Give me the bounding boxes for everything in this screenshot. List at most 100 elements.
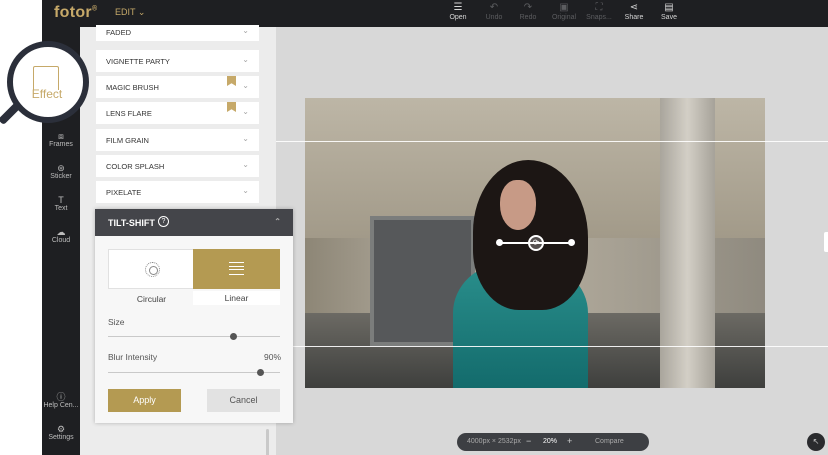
share-button[interactable]: ⋖ Share: [617, 2, 651, 22]
settings-label: Settings: [48, 434, 74, 441]
snapshot-icon: ⛶: [595, 2, 603, 13]
apply-button[interactable]: Apply: [108, 389, 181, 412]
share-icon: ⋖: [629, 2, 639, 13]
tilt-left-handle[interactable]: [496, 239, 503, 246]
tilt-shift-title: TILT-SHIFT: [108, 218, 155, 228]
size-slider[interactable]: [108, 333, 280, 340]
undo-button[interactable]: ↶ Undo: [477, 2, 511, 22]
edit-menu-label: EDIT: [115, 7, 136, 17]
image-dimensions: 4000px × 2532px: [467, 438, 521, 445]
share-label: Share: [624, 14, 644, 21]
cancel-button[interactable]: Cancel: [207, 389, 280, 412]
chevron-down-icon: ⌄: [242, 160, 249, 169]
effect-label: FADED: [106, 28, 132, 37]
top-toolbar: fotor® EDIT ⌄ ☰ Open ↶ Undo ↷ Redo ▣ Origina…: [42, 0, 828, 27]
chevron-down-icon: ⌄: [242, 81, 249, 90]
effect-label: FILM GRAIN: [106, 136, 149, 145]
text-icon: T: [58, 195, 64, 205]
compare-button[interactable]: Compare: [595, 438, 624, 445]
snapshot-label: Snaps...: [586, 14, 612, 21]
effect-label: COLOR SPLASH: [106, 162, 165, 171]
original-label: Original: [551, 14, 577, 21]
chevron-down-icon: ⌄: [242, 134, 249, 143]
edit-menu[interactable]: EDIT ⌄: [115, 7, 145, 18]
effect-label: LENS FLARE: [106, 109, 152, 118]
settings-icon: ⚙: [56, 424, 66, 434]
menu-icon: ☰: [453, 2, 463, 13]
cloud-label: Cloud: [51, 237, 71, 244]
rotate-icon[interactable]: ⟳: [528, 235, 544, 251]
sidebar-item-help[interactable]: ⓘ Help Cen...: [42, 392, 80, 409]
chevron-down-icon: ⌄: [242, 55, 249, 64]
frame-icon: ⧈: [58, 131, 64, 141]
sidebar-item-effect[interactable]: Effect: [22, 87, 72, 101]
sidebar-item-cloud[interactable]: ☁ Cloud: [42, 227, 80, 244]
premium-badge-icon: [227, 102, 236, 112]
open-button[interactable]: ☰ Open: [441, 2, 475, 22]
logo-text: fotor: [54, 4, 92, 21]
fullscreen-arrow-icon[interactable]: ↖: [807, 433, 825, 451]
save-label: Save: [661, 14, 677, 21]
circular-mode-button[interactable]: [108, 249, 195, 289]
help-icon[interactable]: ?: [158, 216, 169, 227]
chevron-down-icon: ⌄: [137, 7, 146, 17]
snapshot-button[interactable]: ⛶ Snaps...: [582, 2, 616, 22]
zoom-out-button[interactable]: −: [526, 436, 531, 446]
help-label: Help Cen...: [43, 402, 79, 409]
tilt-shift-panel: TILT-SHIFT ? ⌃ Circular Linear Size Blur…: [95, 209, 293, 423]
effect-pixelate[interactable]: PIXELATE ⌄: [96, 181, 259, 203]
sidebar-item-text[interactable]: T Text: [42, 195, 80, 212]
undo-icon: ↶: [489, 2, 499, 13]
zoom-level: 20%: [543, 438, 558, 445]
size-slider-thumb[interactable]: [230, 333, 238, 340]
chevron-down-icon: ⌄: [242, 26, 249, 35]
panel-scrollbar[interactable]: [266, 429, 269, 455]
frames-label: Frames: [49, 141, 73, 148]
sticker-icon: ⊛: [57, 163, 65, 173]
effect-label: MAGIC BRUSH: [106, 83, 159, 92]
original-button[interactable]: ▣ Original: [547, 2, 581, 22]
sidebar-item-settings[interactable]: ⚙ Settings: [42, 424, 80, 441]
save-icon: ▤: [664, 2, 674, 13]
blur-intensity-slider[interactable]: [108, 369, 280, 376]
undo-label: Undo: [485, 14, 503, 21]
effect-lens-flare[interactable]: LENS FLARE ⌄: [96, 102, 259, 124]
circular-mode-icon: [145, 262, 160, 277]
blur-intensity-label: Blur Intensity: [108, 352, 158, 362]
linear-mode-icon: [229, 262, 244, 275]
sidebar-item-frames[interactable]: ⧈ Frames: [42, 131, 80, 148]
chevron-down-icon: ⌄: [242, 107, 249, 116]
sidebar-item-sticker[interactable]: ⊛ Sticker: [42, 163, 80, 180]
effect-faded[interactable]: FADED ⌄: [96, 25, 259, 41]
circular-mode-label: Circular: [136, 294, 167, 304]
redo-button[interactable]: ↷ Redo: [511, 3, 545, 22]
effect-magic-brush[interactable]: MAGIC BRUSH ⌄: [96, 76, 259, 98]
linear-mode-button[interactable]: [193, 249, 280, 289]
zoom-in-button[interactable]: +: [567, 436, 572, 446]
original-icon: ▣: [559, 2, 569, 13]
open-label: Open: [449, 14, 467, 21]
effect-film-grain[interactable]: FILM GRAIN ⌄: [96, 129, 259, 151]
chevron-down-icon: ⌄: [242, 186, 249, 195]
chevron-up-icon[interactable]: ⌃: [274, 217, 281, 226]
collapse-side-tab[interactable]: [824, 232, 828, 252]
tilt-shift-header[interactable]: TILT-SHIFT ? ⌃: [95, 209, 293, 236]
logo-mark: ®: [91, 5, 98, 13]
save-button[interactable]: ▤ Save: [652, 2, 686, 22]
tilt-right-handle[interactable]: [568, 239, 575, 246]
size-label: Size: [108, 317, 125, 327]
status-bar: 4000px × 2532px − 20% + Compare: [457, 433, 649, 451]
fotor-logo[interactable]: fotor®: [54, 4, 97, 22]
tilt-lower-line[interactable]: [276, 346, 828, 347]
tilt-upper-line[interactable]: [276, 141, 828, 142]
cloud-icon: ☁: [56, 227, 66, 237]
sticker-label: Sticker: [50, 173, 72, 180]
premium-badge-icon: [227, 76, 236, 86]
photo-hair: [473, 160, 588, 310]
blur-slider-thumb[interactable]: [256, 369, 264, 376]
blur-intensity-value: 90%: [263, 352, 281, 362]
canvas-workspace[interactable]: ⟳ 4000px × 2532px − 20% + Compare ↖: [276, 27, 828, 455]
effect-vignette-party[interactable]: VIGNETTE PARTY ⌄: [96, 50, 259, 72]
effect-color-splash[interactable]: COLOR SPLASH ⌄: [96, 155, 259, 177]
help-icon: ⓘ: [56, 392, 66, 402]
